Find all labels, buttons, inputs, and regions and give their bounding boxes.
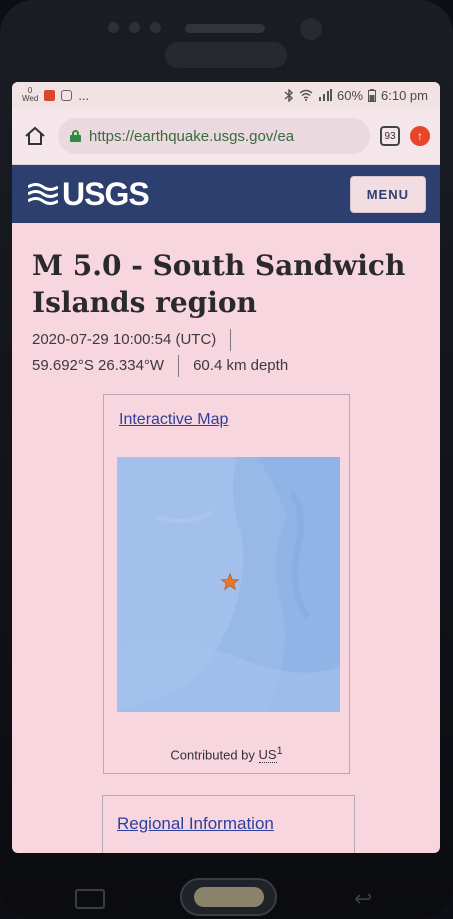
- back-icon[interactable]: ↩: [354, 886, 372, 912]
- calendar-icon: 0 Wed: [22, 87, 38, 103]
- event-datetime: 2020-07-29 10:00:54 (UTC): [32, 331, 217, 348]
- interactive-map-card: Interactive Map Contributed by US1: [103, 394, 350, 774]
- menu-button[interactable]: MENU: [349, 175, 426, 213]
- bluetooth-icon: [284, 88, 294, 102]
- phone-frame: 0 Wed ... 60% 6:10 pm https://earthquake…: [0, 0, 453, 919]
- signal-icon: [318, 89, 332, 101]
- mail-notification-icon: [61, 89, 73, 101]
- event-location: 59.692°S 26.334°W: [32, 357, 165, 374]
- address-bar[interactable]: https://earthquake.usgs.gov/ea: [58, 118, 370, 154]
- notification-area: 0 Wed ...: [22, 87, 89, 103]
- contributed-prefix: Contributed by: [170, 747, 255, 763]
- star-icon: [221, 573, 239, 591]
- clock: 6:10 pm: [381, 87, 428, 103]
- recent-apps-button[interactable]: [75, 889, 105, 909]
- battery-icon: [368, 88, 377, 102]
- update-icon[interactable]: ↑: [410, 126, 430, 146]
- tab-switcher-button[interactable]: 93: [380, 126, 400, 146]
- regional-info-link[interactable]: Regional Information: [117, 814, 274, 834]
- meta-divider: [230, 329, 232, 352]
- system-status: 60% 6:10 pm: [284, 88, 428, 103]
- front-camera: [300, 18, 322, 40]
- map-thumbnail[interactable]: [117, 457, 340, 712]
- sensor-dots: [108, 22, 161, 33]
- home-icon[interactable]: [22, 123, 48, 149]
- more-notifications: ...: [78, 87, 90, 103]
- page-title: M 5.0 - South Sandwich Islands region: [32, 249, 406, 319]
- regional-info-card: Regional Information: [102, 795, 355, 853]
- status-bar: 0 Wed ... 60% 6:10 pm: [12, 82, 440, 108]
- footnote-marker: 1: [276, 745, 283, 757]
- event-summary: M 5.0 - South Sandwich Islands region 20…: [12, 223, 440, 379]
- site-header: USGS MENU: [12, 165, 440, 223]
- earpiece: [165, 42, 287, 68]
- event-meta: 2020-07-29 10:00:54 (UTC) 59.692°S 26.33…: [32, 327, 420, 379]
- home-button[interactable]: [180, 878, 277, 916]
- event-depth: 60.4 km depth: [193, 357, 289, 374]
- usgs-logo[interactable]: USGS: [28, 175, 150, 213]
- meta-divider: [178, 355, 180, 378]
- network-code[interactable]: US: [258, 747, 277, 764]
- lock-icon: [70, 130, 81, 142]
- battery-percent: 60%: [336, 87, 364, 103]
- hardware-nav-bar: ↩: [0, 856, 453, 919]
- contributed-by: Contributed by US1: [104, 745, 349, 764]
- interactive-map-link[interactable]: Interactive Map: [119, 411, 228, 429]
- usgs-wave-icon: [28, 183, 58, 205]
- usgs-logo-text: USGS: [62, 175, 150, 212]
- app-notification-icon: [44, 89, 56, 101]
- url-text: https://earthquake.usgs.gov/ea: [89, 127, 295, 145]
- speaker-grille: [185, 24, 265, 33]
- wifi-icon: [299, 89, 313, 101]
- browser-toolbar: https://earthquake.usgs.gov/ea 93 ↑: [12, 108, 440, 165]
- calendar-weekday: Wed: [22, 94, 39, 103]
- phone-screen: 0 Wed ... 60% 6:10 pm https://earthquake…: [12, 82, 440, 853]
